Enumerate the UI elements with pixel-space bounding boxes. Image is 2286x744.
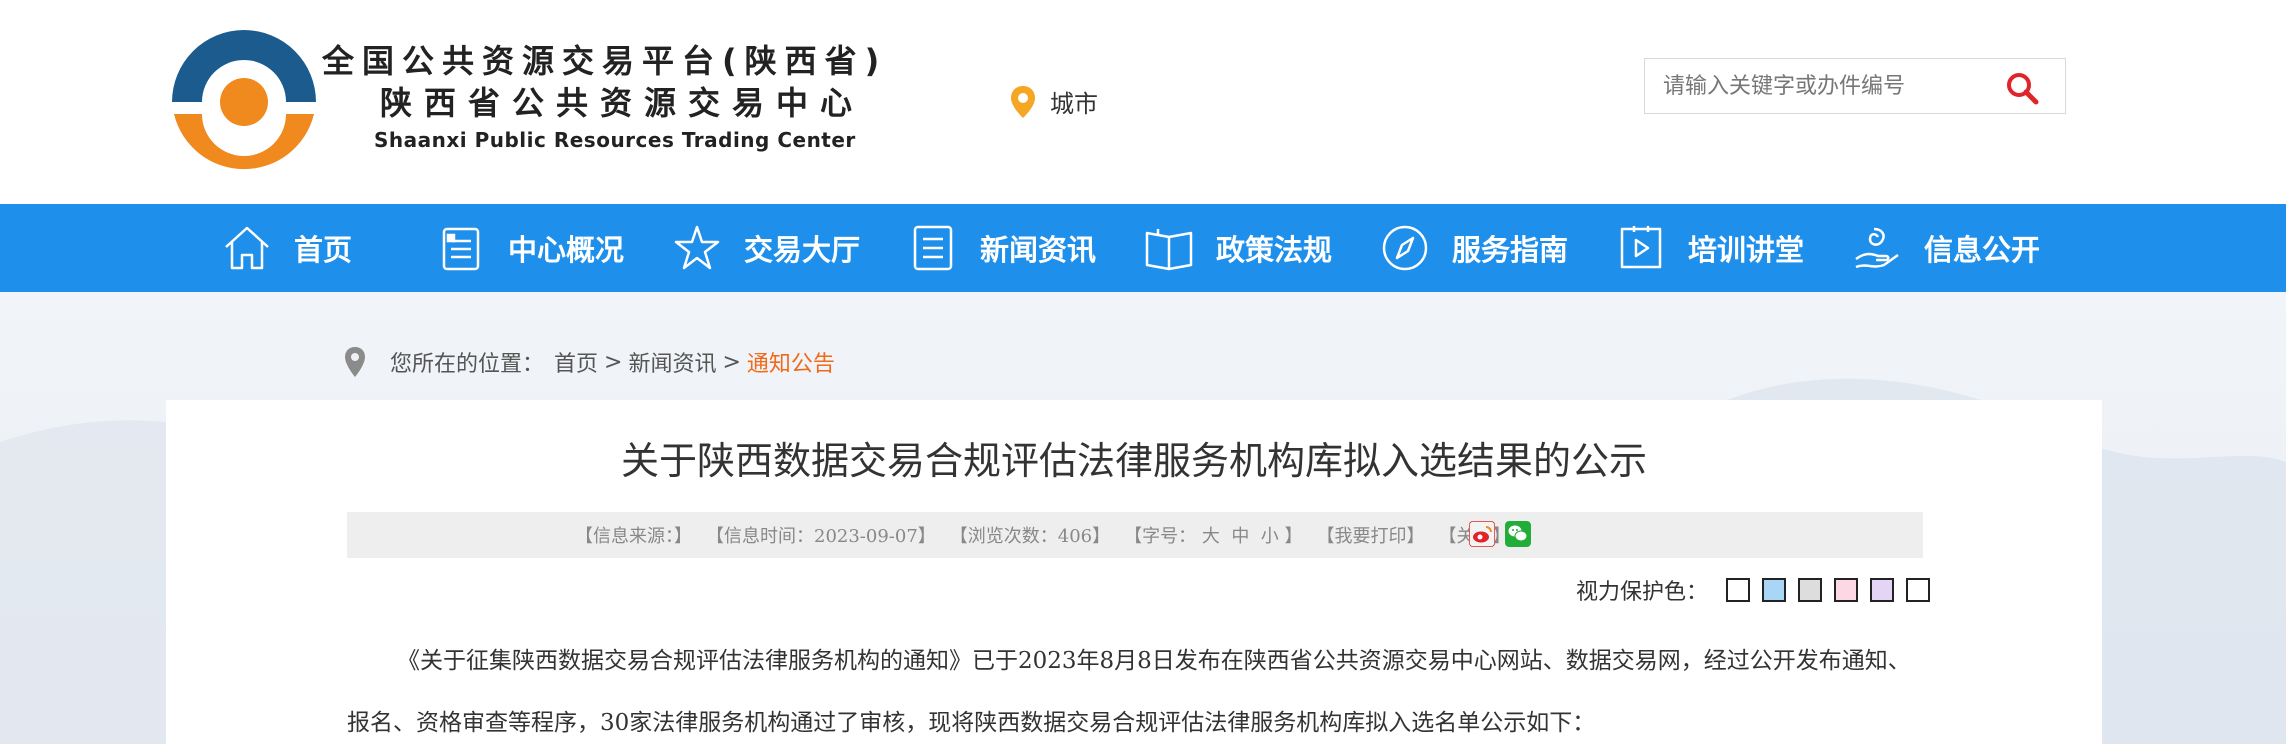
site-logo[interactable] — [170, 28, 318, 170]
nav-label-service-guide: 服务指南 — [1452, 233, 1569, 267]
main-nav: 首页 中心概况 交易大厅 新闻资讯 政策法规 服务指南 培训讲堂 信息公开 — [0, 204, 2286, 292]
info-time: 【信息时间：2023-09-07】 — [706, 526, 936, 547]
search-box — [1644, 58, 2066, 114]
vision-label: 视力保护色： — [1576, 580, 1709, 605]
logo-english-name: Shaanxi Public Resources Trading Center — [374, 128, 856, 152]
video-icon — [1620, 226, 1662, 269]
city-selector[interactable]: 城市 — [1010, 84, 1098, 119]
nav-label-trading-hall: 交易大厅 — [744, 233, 861, 267]
vision-color-white[interactable] — [1726, 578, 1751, 602]
breadcrumb-news[interactable]: 新闻资讯 — [628, 346, 716, 378]
nav-label-home: 首页 — [294, 233, 353, 267]
book-icon — [1145, 229, 1193, 271]
font-medium-button[interactable]: 中 — [1231, 526, 1249, 547]
logo-title-line2: 陕西省公共资源交易中心 — [380, 84, 865, 122]
vision-color-purple[interactable] — [1870, 578, 1895, 602]
nav-item-training[interactable]: 培训讲堂 — [1616, 204, 1804, 292]
nav-item-news[interactable]: 新闻资讯 — [908, 204, 1096, 292]
nav-label-policy: 政策法规 — [1216, 233, 1333, 267]
nav-item-info-disclosure[interactable]: 信息公开 — [1852, 204, 2040, 292]
wechat-icon[interactable] — [1505, 521, 1531, 547]
city-label: 城市 — [1050, 90, 1098, 118]
vision-protection: 视力保护色： — [1576, 574, 1931, 606]
vision-color-gray[interactable] — [1798, 578, 1823, 602]
vision-color-pink[interactable] — [1834, 578, 1859, 602]
font-size-suffix: 】 — [1284, 526, 1303, 547]
nav-item-center-overview[interactable]: 中心概况 — [436, 204, 624, 292]
vision-color-blue[interactable] — [1762, 578, 1787, 602]
compass-icon — [1382, 225, 1428, 271]
nav-label-info-disclosure: 信息公开 — [1924, 233, 2041, 267]
info-views: 【浏览次数：406】 — [949, 526, 1111, 547]
location-marker-icon — [345, 347, 365, 377]
logo-text: 全国公共资源交易平台(陕西省) 陕西省公共资源交易中心 Shaanxi Publ… — [322, 40, 887, 152]
breadcrumb-home[interactable]: 首页 — [554, 346, 598, 378]
font-small-button[interactable]: 小 — [1261, 526, 1279, 547]
article-card: 关于陕西数据交易合规评估法律服务机构库拟入选结果的公示 【信息来源：】 【信息时… — [166, 400, 2102, 744]
article-body: 《关于征集陕西数据交易合规评估法律服务机构的通知》已于2023年8月8日发布在陕… — [347, 648, 1911, 736]
star-icon — [674, 225, 720, 270]
nav-item-policy[interactable]: 政策法规 — [1144, 204, 1332, 292]
nav-label-training: 培训讲堂 — [1688, 233, 1805, 267]
font-size-prefix: 【字号： — [1124, 526, 1197, 547]
location-pin-icon — [1011, 85, 1035, 118]
font-size-control: 【字号： 大 中 小 】 — [1124, 522, 1302, 548]
article-title: 关于陕西数据交易合规评估法律服务机构库拟入选结果的公示 — [620, 439, 1647, 483]
info-source: 【信息来源：】 — [575, 526, 692, 547]
search-input[interactable] — [1663, 59, 1993, 113]
nav-label-news: 新闻资讯 — [980, 233, 1097, 267]
search-icon[interactable] — [2005, 71, 2039, 105]
breadcrumb-separator: > — [722, 349, 741, 375]
nav-item-home[interactable]: 首页 — [222, 204, 352, 292]
breadcrumb-prefix: 您所在的位置： — [390, 352, 545, 377]
document-icon — [442, 227, 480, 271]
breadcrumb-separator: > — [604, 349, 623, 375]
hand-icon — [1855, 227, 1899, 269]
news-icon — [913, 225, 953, 271]
nav-label-center-overview: 中心概况 — [508, 233, 625, 267]
font-large-button[interactable]: 大 — [1202, 526, 1220, 547]
logo-title-line1: 全国公共资源交易平台(陕西省) — [322, 42, 888, 80]
home-icon — [225, 226, 269, 270]
vision-color-default[interactable] — [1906, 578, 1931, 602]
breadcrumb-notice[interactable]: 通知公告 — [747, 346, 835, 378]
weibo-icon[interactable] — [1469, 521, 1495, 547]
breadcrumb: 您所在的位置： 首页 > 新闻资讯 > 通知公告 — [344, 346, 835, 378]
article-info-bar: 【信息来源：】 【信息时间：2023-09-07】 【浏览次数：406】 【字号… — [347, 512, 1923, 558]
nav-item-trading-hall[interactable]: 交易大厅 — [672, 204, 860, 292]
print-button[interactable]: 【我要打印】 — [1317, 522, 1425, 548]
site-header: 全国公共资源交易平台(陕西省) 陕西省公共资源交易中心 Shaanxi Publ… — [0, 0, 2286, 204]
nav-item-service-guide[interactable]: 服务指南 — [1380, 204, 1568, 292]
